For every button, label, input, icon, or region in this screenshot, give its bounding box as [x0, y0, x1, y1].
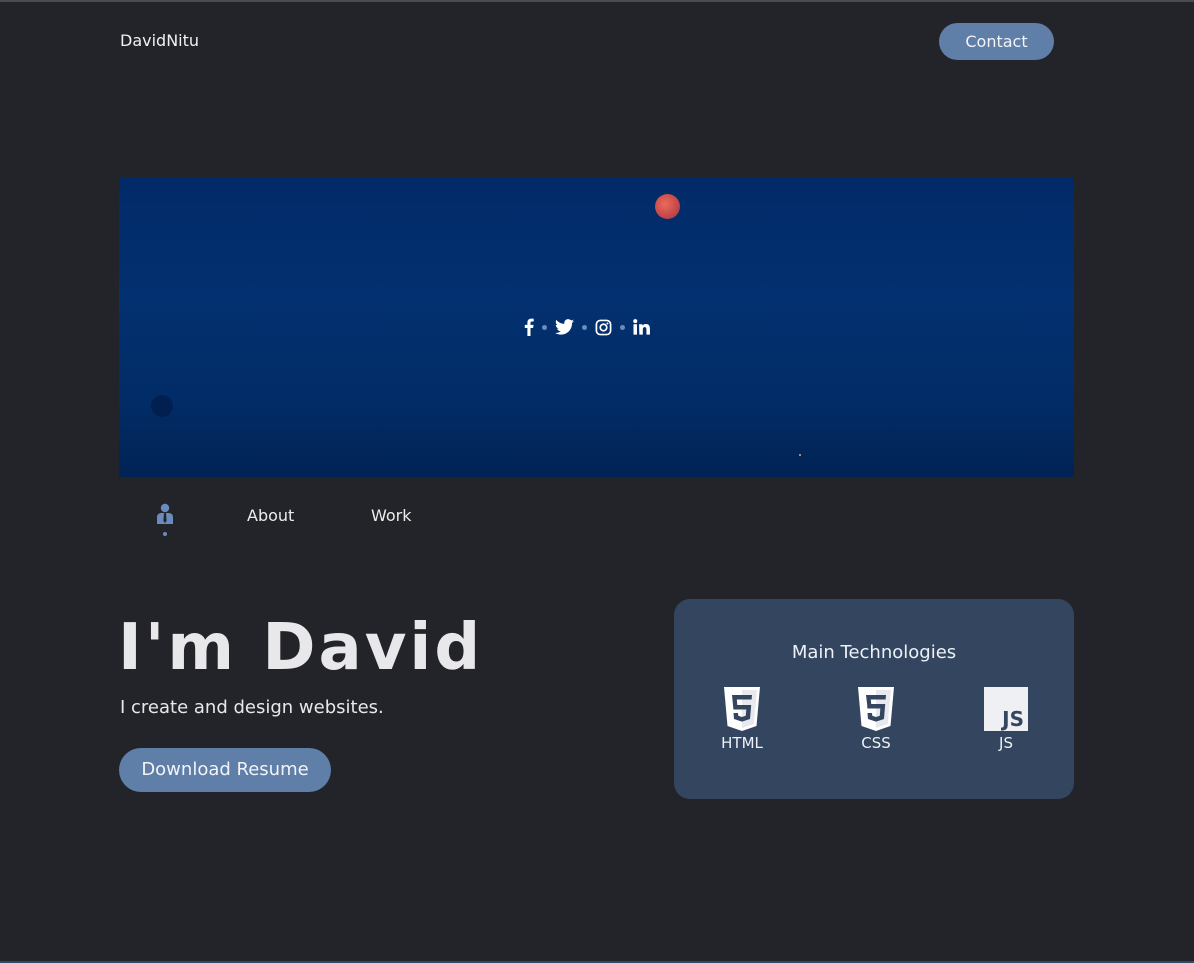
separator-dot — [620, 324, 625, 330]
person-icon[interactable] — [155, 502, 175, 538]
css3-icon — [836, 687, 916, 733]
svg-text:JS: JS — [1000, 707, 1024, 731]
tech-item-js: JS JS — [966, 687, 1046, 753]
tab-about[interactable]: About — [247, 506, 294, 525]
linkedin-icon[interactable] — [633, 316, 650, 338]
tech-label: CSS — [861, 734, 891, 752]
brand-logo[interactable]: DavidNitu — [120, 31, 199, 50]
social-links — [524, 316, 650, 338]
separator-dot — [582, 324, 587, 330]
download-resume-button[interactable]: Download Resume — [119, 748, 331, 792]
html5-icon — [702, 687, 782, 733]
technologies-card: Main Technologies HTML CSS JS JS — [674, 599, 1074, 799]
js-icon: JS — [966, 687, 1046, 733]
tech-item-html: HTML — [702, 687, 782, 753]
tab-work[interactable]: Work — [371, 506, 412, 525]
tech-label: JS — [999, 734, 1013, 752]
tech-label: HTML — [721, 734, 763, 752]
page-title: I'm David — [118, 611, 484, 685]
star-graphic — [799, 454, 801, 456]
twitter-icon[interactable] — [555, 316, 574, 338]
tagline: I create and design websites. — [120, 697, 384, 718]
separator-dot — [542, 324, 547, 330]
tech-item-css: CSS — [836, 687, 916, 753]
technologies-title: Main Technologies — [791, 642, 957, 663]
moon-graphic — [655, 194, 680, 219]
section-tabs: About Work — [119, 499, 519, 539]
contact-button[interactable]: Contact — [939, 23, 1054, 60]
shadow-graphic — [151, 395, 173, 417]
page: DavidNitu Contact About Work I'm David I… — [0, 0, 1194, 963]
hero-banner — [119, 177, 1074, 477]
facebook-icon[interactable] — [524, 316, 534, 338]
instagram-icon[interactable] — [595, 316, 612, 338]
